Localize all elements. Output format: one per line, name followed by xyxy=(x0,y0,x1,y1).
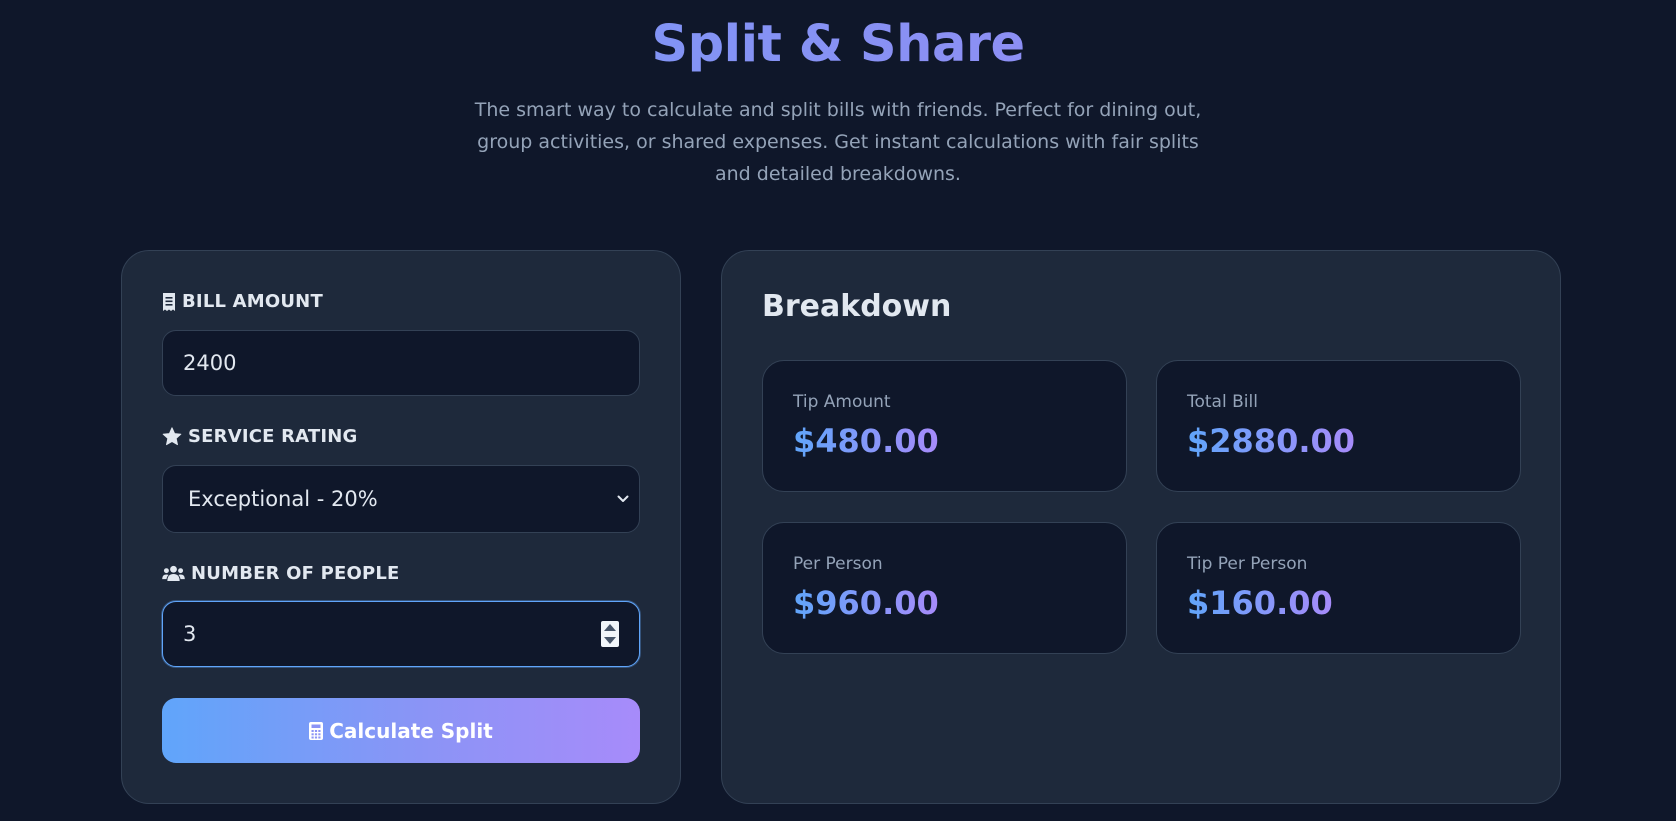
tip-amount-tile: Tip Amount $480.00 xyxy=(762,360,1127,492)
total-bill-tile: Total Bill $2880.00 xyxy=(1156,360,1521,492)
per-person-tile: Per Person $960.00 xyxy=(762,522,1127,654)
tip-per-person-label: Tip Per Person xyxy=(1187,554,1308,574)
chevron-down-icon xyxy=(617,495,629,502)
calculate-split-label: Calculate Split xyxy=(329,718,493,743)
service-rating-label-text: SERVICE RATING xyxy=(188,426,358,447)
page-title: Split & Share xyxy=(0,14,1676,76)
number-of-people-value: 3 xyxy=(183,622,197,646)
service-rating-selected: Exceptional - 20% xyxy=(188,487,378,511)
breakdown-card: Breakdown Tip Amount $480.00 Total Bill … xyxy=(721,250,1561,804)
calculate-split-button[interactable]: Calculate Split xyxy=(162,698,640,763)
total-bill-value: $2880.00 xyxy=(1187,422,1356,460)
bill-amount-input[interactable] xyxy=(162,330,640,396)
page-subtitle: The smart way to calculate and split bil… xyxy=(474,99,1202,185)
service-rating-select[interactable]: Exceptional - 20% xyxy=(162,465,640,533)
star-icon xyxy=(162,427,182,446)
bill-amount-label-text: BILL AMOUNT xyxy=(182,291,323,312)
users-icon xyxy=(162,565,185,582)
calculator-form-card: BILL AMOUNT SERVICE RATING Exceptional -… xyxy=(121,250,681,804)
tip-per-person-value: $160.00 xyxy=(1187,584,1333,622)
stepper-up-icon[interactable] xyxy=(604,624,616,631)
number-of-people-label-text: NUMBER OF PEOPLE xyxy=(191,563,400,584)
breakdown-title: Breakdown xyxy=(762,289,952,324)
per-person-value: $960.00 xyxy=(793,584,939,622)
calculator-icon xyxy=(309,721,324,740)
receipt-icon xyxy=(163,292,175,311)
per-person-label: Per Person xyxy=(793,554,883,574)
number-of-people-label: NUMBER OF PEOPLE xyxy=(162,563,400,584)
total-bill-label: Total Bill xyxy=(1187,392,1258,412)
stepper-down-icon[interactable] xyxy=(604,637,616,644)
tip-per-person-tile: Tip Per Person $160.00 xyxy=(1156,522,1521,654)
service-rating-label: SERVICE RATING xyxy=(162,426,358,447)
bill-amount-label: BILL AMOUNT xyxy=(162,291,323,312)
tip-amount-label: Tip Amount xyxy=(793,392,891,412)
number-of-people-input[interactable]: 3 xyxy=(162,601,640,667)
tip-amount-value: $480.00 xyxy=(793,422,939,460)
number-stepper[interactable] xyxy=(601,621,619,647)
